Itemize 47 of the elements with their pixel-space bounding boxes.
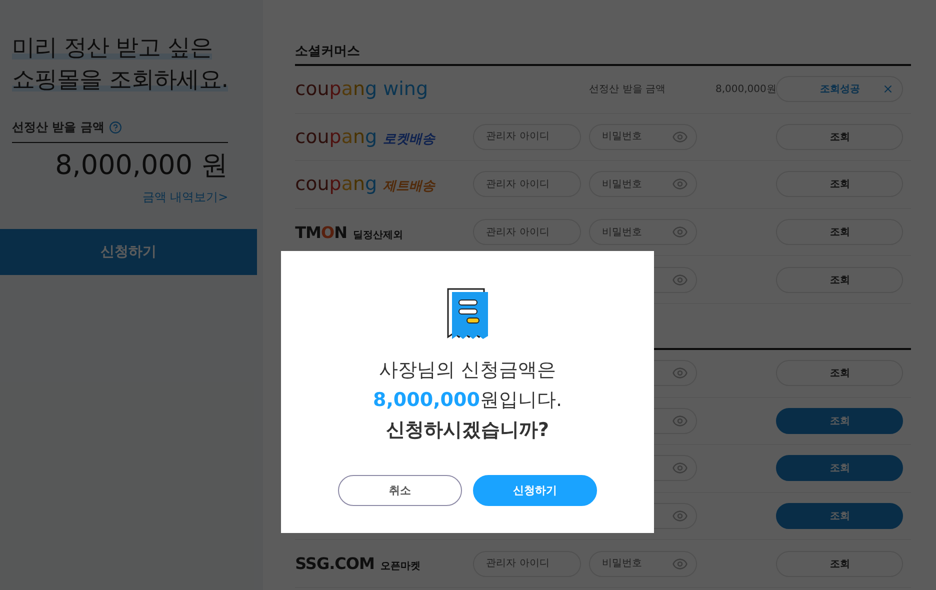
cancel-button[interactable]: 취소 [338,475,462,506]
lookup-button[interactable]: 조회 [776,124,904,150]
id-field[interactable]: 관리자 아이디 [473,124,582,150]
dialog-question: 신청하시겠습니까? [386,418,550,443]
amount-value: 8,000,000원 [715,83,776,96]
amount-label: 선정산 받을 금액 [12,119,104,136]
id-field[interactable]: 관리자 아이디 [473,550,582,577]
eye-icon[interactable] [672,224,688,240]
details-link[interactable]: 금액 내역보기> [12,189,228,206]
shop-logo: TMON 딜정산제외 [295,222,404,242]
id-field[interactable]: 관리자 아이디 [473,219,582,246]
lookup-button[interactable]: 조회 [776,550,904,577]
eye-icon[interactable] [672,412,688,429]
password-field[interactable]: 비밀번호 [589,124,698,150]
lookup-button[interactable]: 조회 [776,171,904,198]
confirm-button[interactable]: 신청하기 [473,475,597,506]
lookup-button[interactable]: 조회 [776,408,904,434]
eye-icon[interactable] [672,176,688,192]
eye-icon[interactable] [672,272,688,288]
section-title: 소셜커머스 [295,43,362,61]
shop-logo: SSG.COM 오픈마켓 [295,554,422,574]
eye-icon[interactable] [672,128,688,145]
shop-logo: coupang 제트배송 [295,173,437,196]
success-status-button[interactable]: 조회성공 [776,76,904,102]
lookup-button[interactable]: 조회 [776,266,904,293]
amount-label: 선정산 받을 금액 [589,83,666,96]
password-field[interactable]: 비밀번호 [589,550,698,577]
dialog-text: 사장님의 신청금액은 [378,358,556,383]
lookup-button[interactable]: 조회 [776,360,904,386]
eye-icon[interactable] [672,508,688,524]
dialog-text: 8,000,000원입니다. [372,388,562,413]
shop-logo: coupang 로켓배송 [295,126,437,148]
password-field[interactable]: 비밀번호 [589,219,698,246]
lookup-button[interactable]: 조회 [776,503,904,530]
receipt-icon [446,287,490,339]
close-icon[interactable] [882,83,894,96]
id-field[interactable]: 관리자 아이디 [473,171,582,198]
shop-logo: coupang wing [295,78,429,100]
help-icon[interactable] [109,121,122,134]
eye-icon[interactable] [672,460,688,476]
amount-value: 8,000,000 원 [54,149,228,183]
eye-icon[interactable] [672,365,688,382]
lookup-button[interactable]: 조회 [776,219,904,246]
eye-icon[interactable] [672,556,688,572]
lookup-button[interactable]: 조회 [776,455,904,482]
apply-button[interactable]: 신청하기 [0,229,257,275]
password-field[interactable]: 비밀번호 [589,171,698,198]
